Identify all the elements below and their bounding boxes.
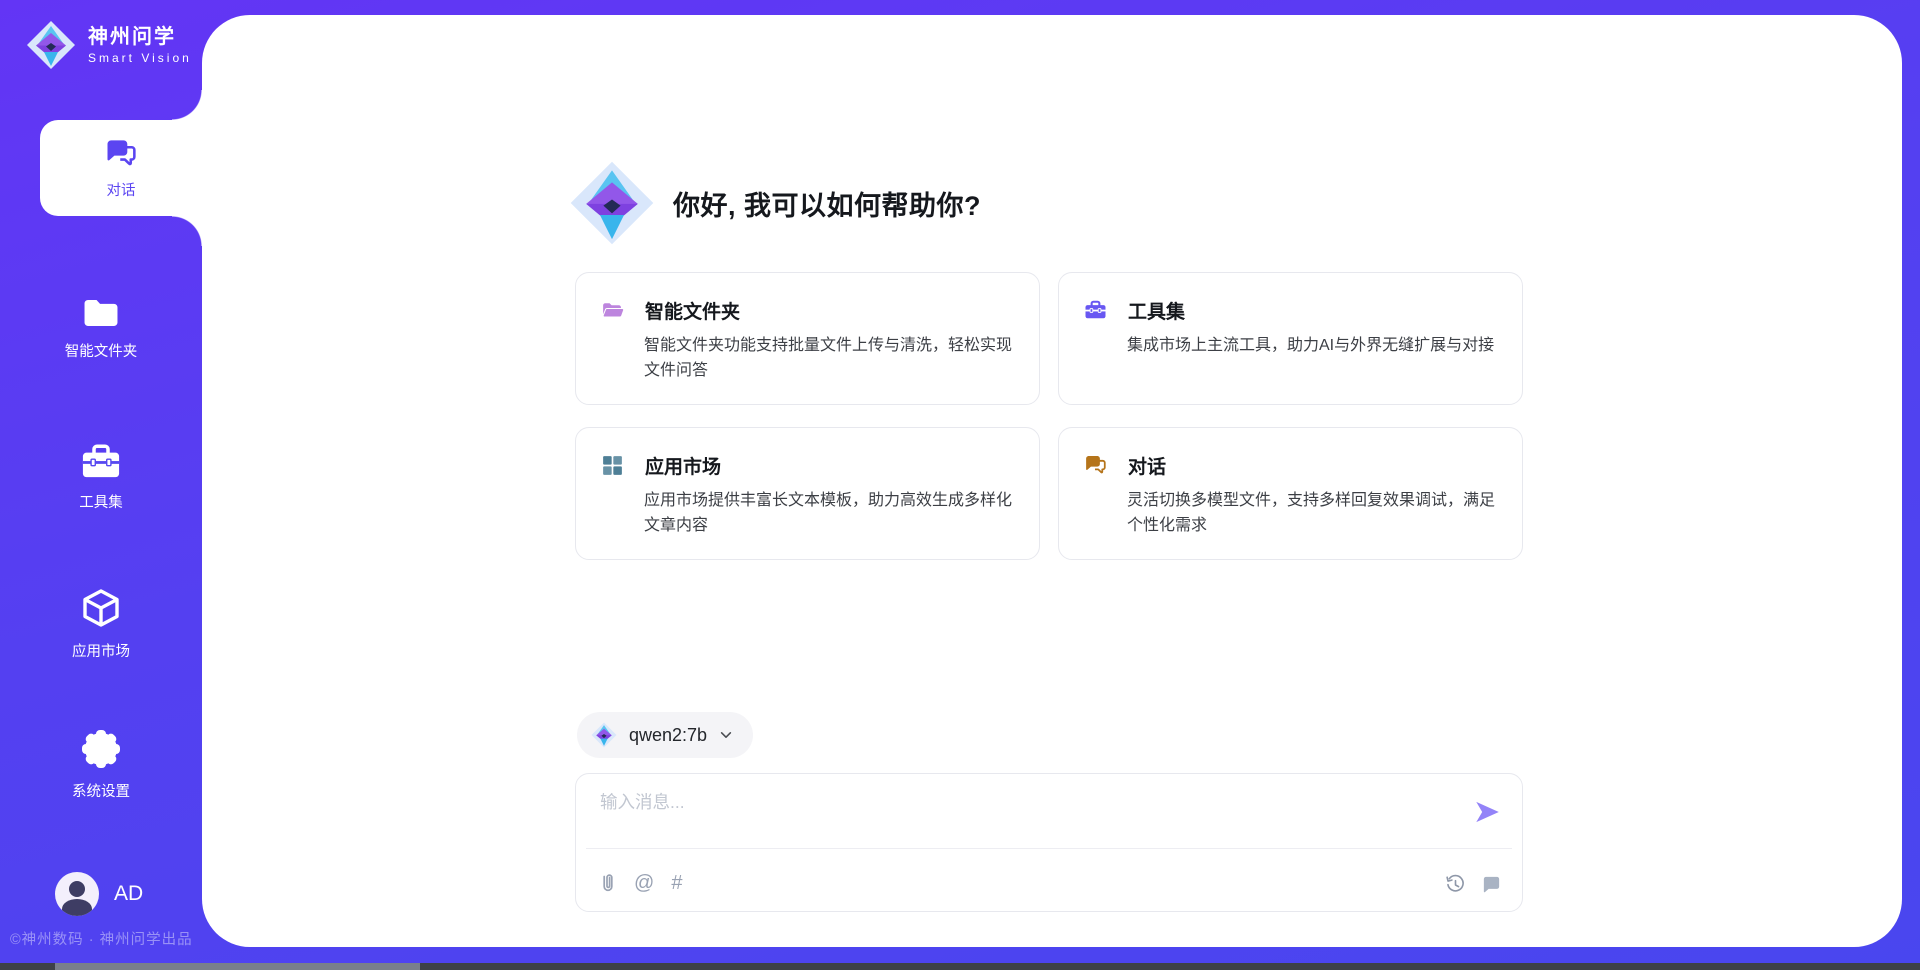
card-description: 灵活切换多模型文件，支持多样回复效果调试，满足个性化需求 [1127,489,1498,539]
sidebar-item-label: 智能文件夹 [65,340,138,361]
sidebar-item-smart-folders[interactable]: 智能文件夹 [0,296,202,361]
message-composer: @ # [575,773,1523,912]
model-name: qwen2:7b [629,725,707,746]
card-smart-folders[interactable]: 智能文件夹 智能文件夹功能支持批量文件上传与清洗，轻松实现文件问答 [575,272,1040,405]
mention-button[interactable]: @ [634,873,654,893]
attach-file-button[interactable] [599,872,617,894]
briefcase-icon [80,443,122,481]
sidebar-item-chat[interactable]: 对话 [40,120,202,216]
chat-bubbles-icon [1083,453,1108,478]
card-title: 应用市场 [645,452,721,479]
gem-logo-icon [569,160,655,246]
card-description: 智能文件夹功能支持批量文件上传与清洗，轻松实现文件问答 [644,334,1015,384]
greeting-block: 你好, 我可以如何帮助你? [569,160,981,246]
user-name: AD [114,882,143,906]
hashtag-button[interactable]: # [671,873,682,893]
user-account[interactable]: AD [55,872,143,916]
card-description: 应用市场提供丰富长文本模板，助力高效生成多样化文章内容 [644,489,1015,539]
brand-subtitle: Smart Vision [88,51,192,65]
card-title: 智能文件夹 [645,297,740,324]
gear-icon [80,728,122,770]
card-description: 集成市场上主流工具，助力AI与外界无缝扩展与对接 [1127,334,1498,359]
send-button[interactable] [1470,796,1504,830]
message-input[interactable] [600,789,1440,844]
composer-right-tools [1445,874,1502,895]
send-icon [1472,797,1502,827]
card-title: 工具集 [1128,297,1185,324]
horizontal-scrollbar-thumb[interactable] [55,963,420,970]
sidebar-item-label: 工具集 [79,491,123,512]
feedback-button[interactable] [1481,874,1502,895]
history-button[interactable] [1445,874,1466,895]
grid-icon [600,453,625,478]
chat-bubble-icon [1481,874,1502,895]
folder-open-icon [600,298,625,323]
content-column: 你好, 我可以如何帮助你? 智能文件夹 智能文件夹功能支持批量文件上传与清洗，轻… [575,15,1523,947]
card-app-market[interactable]: 应用市场 应用市场提供丰富长文本模板，助力高效生成多样化文章内容 [575,427,1040,560]
gem-logo-icon [591,722,617,748]
cube-icon [79,586,123,630]
paperclip-icon [599,872,617,894]
card-title: 对话 [1128,452,1166,479]
greeting-text: 你好, 我可以如何帮助你? [673,184,981,223]
history-icon [1445,874,1466,895]
feature-cards: 智能文件夹 智能文件夹功能支持批量文件上传与清洗，轻松实现文件问答 工具集 集成… [575,272,1523,560]
sidebar-item-app-market[interactable]: 应用市场 [0,586,202,661]
chat-bubbles-icon [103,136,139,172]
card-toolset[interactable]: 工具集 集成市场上主流工具，助力AI与外界无缝扩展与对接 [1058,272,1523,405]
briefcase-icon [1083,298,1108,323]
avatar [55,872,99,916]
composer-divider [586,848,1512,849]
model-selector[interactable]: qwen2:7b [577,712,753,758]
card-chat[interactable]: 对话 灵活切换多模型文件，支持多样回复效果调试，满足个性化需求 [1058,427,1523,560]
sidebar-item-toolset[interactable]: 工具集 [0,443,202,512]
copyright-text: ©神州数码 · 神州问学出品 [10,928,212,949]
app-logo: 神州问学 Smart Vision [26,20,192,70]
brand-name: 神州问学 [88,25,192,49]
sidebar-item-settings[interactable]: 系统设置 [0,728,202,801]
main-panel: 你好, 我可以如何帮助你? 智能文件夹 智能文件夹功能支持批量文件上传与清洗，轻… [202,15,1902,947]
sidebar-item-label: 系统设置 [72,780,130,801]
gem-logo-icon [26,20,76,70]
sidebar-item-label: 对话 [107,179,136,200]
composer-tools: @ # [599,872,682,894]
sidebar-item-label: 应用市场 [72,640,130,661]
chevron-down-icon [719,728,733,742]
folder-icon [81,296,121,330]
